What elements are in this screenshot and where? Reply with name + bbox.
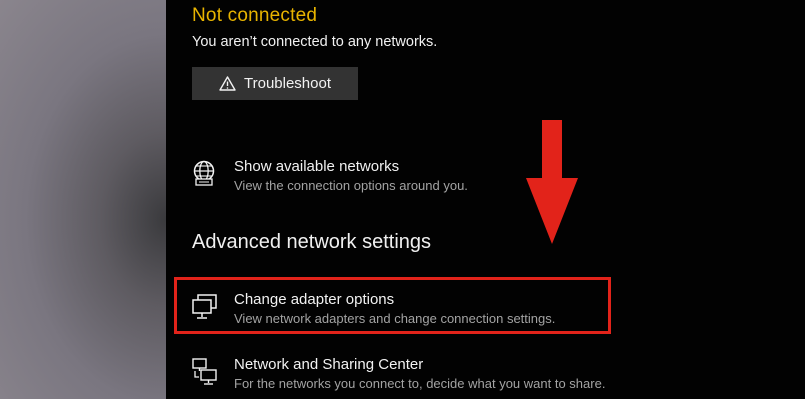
connection-status-title: Not connected <box>192 5 318 26</box>
network-sharing-center-link[interactable]: Network and Sharing Center For the netwo… <box>190 356 605 393</box>
network-settings-panel <box>166 0 805 399</box>
adapter-monitor-icon <box>192 294 217 319</box>
show-available-networks-subtitle: View the connection options around you. <box>234 178 468 193</box>
change-adapter-options-subtitle: View network adapters and change connect… <box>234 311 556 326</box>
connection-status-description: You aren’t connected to any networks. <box>192 34 438 50</box>
advanced-network-settings-heading: Advanced network settings <box>192 231 432 253</box>
change-adapter-options-title: Change adapter options <box>234 291 395 308</box>
sharing-center-icon <box>192 358 217 385</box>
troubleshoot-button[interactable]: Troubleshoot <box>192 67 358 100</box>
network-sharing-center-title: Network and Sharing Center <box>234 356 424 373</box>
troubleshoot-label: Troubleshoot <box>244 75 331 92</box>
show-available-networks-link[interactable]: Show available networks View the connect… <box>190 158 468 195</box>
network-sharing-center-subtitle: For the networks you connect to, decide … <box>234 376 606 391</box>
show-available-networks-title: Show available networks <box>234 158 400 175</box>
globe-network-icon <box>193 160 215 186</box>
change-adapter-options-link[interactable]: Change adapter options View network adap… <box>190 291 555 328</box>
red-arrow-annotation <box>526 120 578 244</box>
blurred-side-panel <box>0 0 166 399</box>
warning-icon <box>219 76 236 91</box>
